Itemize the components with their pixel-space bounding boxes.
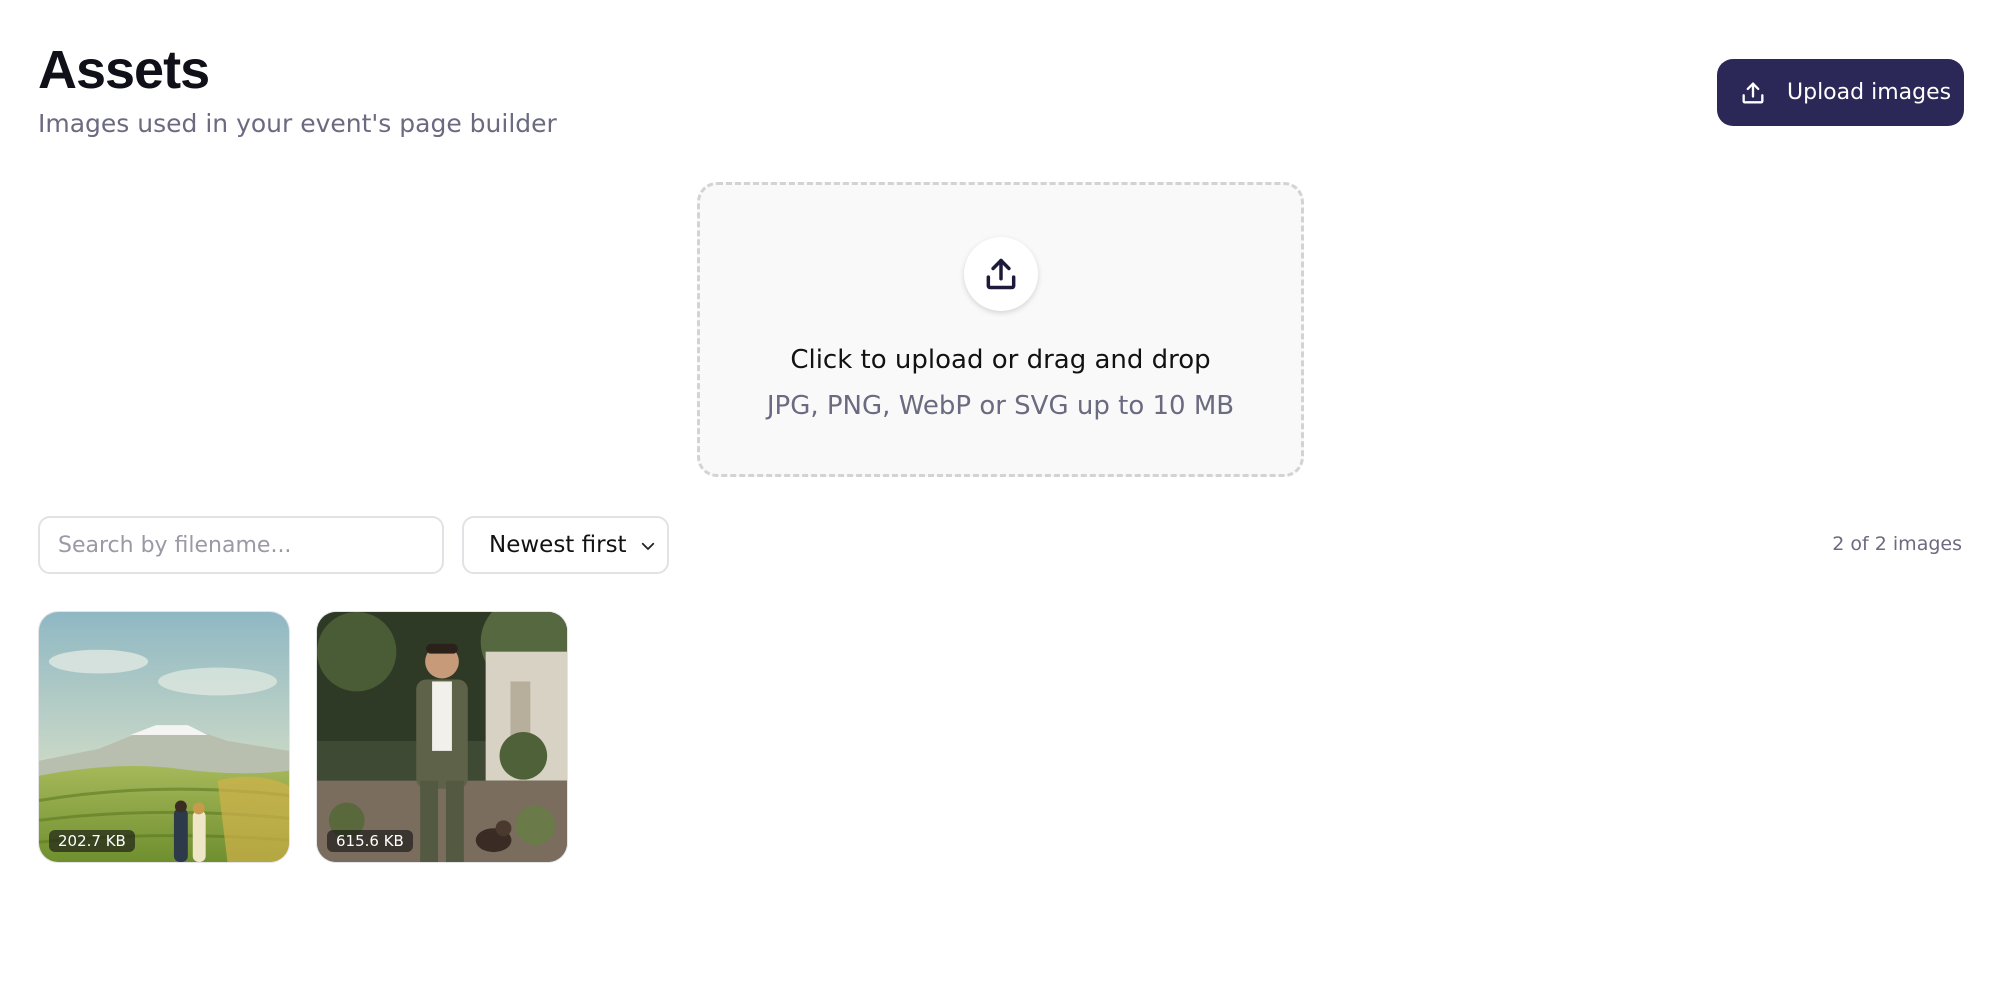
upload-images-button[interactable]: Upload images bbox=[1717, 59, 1964, 126]
chevron-down-icon bbox=[641, 542, 655, 550]
sort-selected-value: Newest first bbox=[489, 532, 627, 558]
assets-page: Assets Images used in your event's page … bbox=[0, 0, 2000, 991]
search-input[interactable] bbox=[38, 516, 444, 574]
portrait-image bbox=[317, 612, 567, 862]
image-size-badge: 202.7 KB bbox=[49, 830, 135, 852]
image-thumbnail[interactable]: 202.7 KB bbox=[38, 611, 290, 863]
upload-icon bbox=[986, 258, 1016, 290]
sort-select[interactable]: Newest first bbox=[462, 516, 669, 574]
upload-dropzone[interactable]: Click to upload or drag and drop JPG, PN… bbox=[697, 182, 1304, 477]
page-title: Assets bbox=[38, 40, 210, 100]
image-size-badge: 615.6 KB bbox=[327, 830, 413, 852]
upload-icon-circle bbox=[964, 237, 1038, 311]
dropzone-primary-text: Click to upload or drag and drop bbox=[790, 345, 1211, 375]
page-subtitle: Images used in your event's page builder bbox=[38, 109, 557, 138]
landscape-image bbox=[39, 612, 289, 862]
upload-icon bbox=[1742, 82, 1764, 104]
image-thumbnail[interactable]: 615.6 KB bbox=[316, 611, 568, 863]
image-count: 2 of 2 images bbox=[1832, 533, 1962, 555]
dropzone-secondary-text: JPG, PNG, WebP or SVG up to 10 MB bbox=[766, 391, 1235, 421]
upload-images-label: Upload images bbox=[1787, 80, 1952, 105]
